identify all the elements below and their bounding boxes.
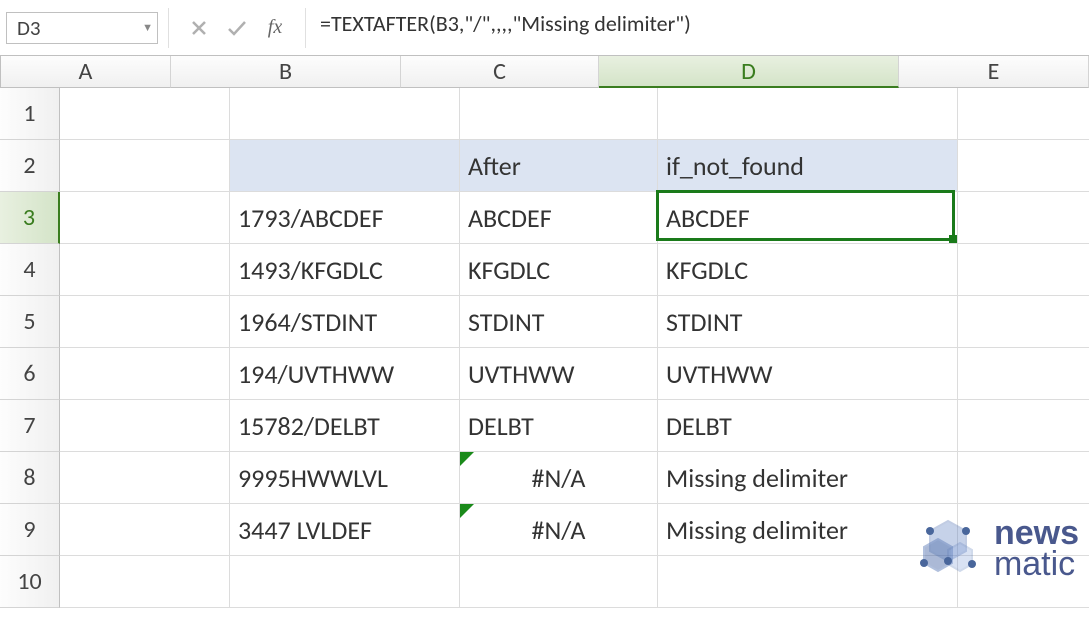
cell-B7[interactable]: 15782/DELBT <box>230 400 460 452</box>
enter-icon[interactable] <box>225 16 249 40</box>
hexagon-icon <box>908 509 988 589</box>
fx-icon[interactable]: fx <box>263 16 287 40</box>
cell-A3[interactable] <box>60 192 230 244</box>
cell-E6[interactable] <box>958 348 1089 400</box>
formula-input[interactable]: =TEXTAFTER(B3,"/",,,,"Missing delimiter"… <box>310 10 1089 46</box>
chevron-down-icon[interactable]: ▼ <box>142 21 153 34</box>
table-row: 1964/STDINTSTDINTSTDINT <box>60 296 1089 348</box>
name-box[interactable]: D3 ▼ <box>6 12 158 44</box>
row-header-1[interactable]: 1 <box>0 88 60 140</box>
cell-C9[interactable]: #N/A <box>460 504 658 556</box>
cell-D3[interactable]: ABCDEF <box>658 192 958 244</box>
cell-E5[interactable] <box>958 296 1089 348</box>
watermark-logo: news matic <box>908 509 1079 589</box>
cell-B10[interactable] <box>230 556 460 608</box>
col-header-A[interactable]: A <box>1 56 171 88</box>
divider <box>168 8 169 48</box>
cell-D6[interactable]: UVTHWW <box>658 348 958 400</box>
cell-C7[interactable]: DELBT <box>460 400 658 452</box>
cancel-icon[interactable] <box>187 16 211 40</box>
col-header-D[interactable]: D <box>599 56 899 88</box>
cell-B6[interactable]: 194/UVTHWW <box>230 348 460 400</box>
table-row: 194/UVTHWWUVTHWWUVTHWW <box>60 348 1089 400</box>
cell-A2[interactable] <box>60 140 230 192</box>
cell-B5[interactable]: 1964/STDINT <box>230 296 460 348</box>
cell-A4[interactable] <box>60 244 230 296</box>
table-row <box>60 88 1089 140</box>
select-all-corner[interactable] <box>0 56 1 88</box>
cell-B1[interactable] <box>230 88 460 140</box>
col-header-B[interactable]: B <box>171 56 401 88</box>
table-row: Afterif_not_found <box>60 140 1089 192</box>
column-headers: ABCDE <box>0 56 1089 88</box>
cell-C5[interactable]: STDINT <box>460 296 658 348</box>
cell-D4[interactable]: KFGDLC <box>658 244 958 296</box>
table-row: 9995HWWLVL#N/AMissing delimiter <box>60 452 1089 504</box>
cell-C8[interactable]: #N/A <box>460 452 658 504</box>
cell-C2[interactable]: After <box>460 140 658 192</box>
table-row: 15782/DELBTDELBTDELBT <box>60 400 1089 452</box>
row-header-3[interactable]: 3 <box>0 192 60 244</box>
formula-bar: D3 ▼ fx =TEXTAFTER(B3,"/",,,,"Missing de… <box>0 0 1089 56</box>
cell-D5[interactable]: STDINT <box>658 296 958 348</box>
spreadsheet-grid: ABCDE 12345678910 Afterif_not_found1793/… <box>0 56 1089 629</box>
cell-E4[interactable] <box>958 244 1089 296</box>
cell-A1[interactable] <box>60 88 230 140</box>
cell-B3[interactable]: 1793/ABCDEF <box>230 192 460 244</box>
cell-A5[interactable] <box>60 296 230 348</box>
cell-E7[interactable] <box>958 400 1089 452</box>
cell-E3[interactable] <box>958 192 1089 244</box>
cell-D7[interactable]: DELBT <box>658 400 958 452</box>
cell-B9[interactable]: 3447 LVLDEF <box>230 504 460 556</box>
cell-C3[interactable]: ABCDEF <box>460 192 658 244</box>
cell-D2[interactable]: if_not_found <box>658 140 958 192</box>
row-header-2[interactable]: 2 <box>0 140 60 192</box>
cell-E8[interactable] <box>958 452 1089 504</box>
formula-bar-buttons: fx <box>173 16 301 40</box>
row-header-10[interactable]: 10 <box>0 556 60 608</box>
cell-A10[interactable] <box>60 556 230 608</box>
cell-A7[interactable] <box>60 400 230 452</box>
cell-C10[interactable] <box>460 556 658 608</box>
cell-C1[interactable] <box>460 88 658 140</box>
table-row: 1493/KFGDLCKFGDLCKFGDLC <box>60 244 1089 296</box>
row-header-5[interactable]: 5 <box>0 296 60 348</box>
row-headers: 12345678910 <box>0 88 60 608</box>
row-header-8[interactable]: 8 <box>0 452 60 504</box>
cell-B2[interactable] <box>230 140 460 192</box>
cell-B4[interactable]: 1493/KFGDLC <box>230 244 460 296</box>
row-header-6[interactable]: 6 <box>0 348 60 400</box>
name-box-value: D3 <box>17 15 41 41</box>
row-header-9[interactable]: 9 <box>0 504 60 556</box>
cell-B8[interactable]: 9995HWWLVL <box>230 452 460 504</box>
cell-A6[interactable] <box>60 348 230 400</box>
cell-D1[interactable] <box>658 88 958 140</box>
watermark-text: news matic <box>994 518 1079 579</box>
row-header-4[interactable]: 4 <box>0 244 60 296</box>
col-header-C[interactable]: C <box>401 56 599 88</box>
cell-A8[interactable] <box>60 452 230 504</box>
divider <box>305 8 306 48</box>
cell-C4[interactable]: KFGDLC <box>460 244 658 296</box>
col-header-E[interactable]: E <box>899 56 1089 88</box>
row-header-7[interactable]: 7 <box>0 400 60 452</box>
cell-E2[interactable] <box>958 140 1089 192</box>
cell-C6[interactable]: UVTHWW <box>460 348 658 400</box>
table-row: 1793/ABCDEFABCDEFABCDEF <box>60 192 1089 244</box>
cell-A9[interactable] <box>60 504 230 556</box>
cell-E1[interactable] <box>958 88 1089 140</box>
cell-D8[interactable]: Missing delimiter <box>658 452 958 504</box>
